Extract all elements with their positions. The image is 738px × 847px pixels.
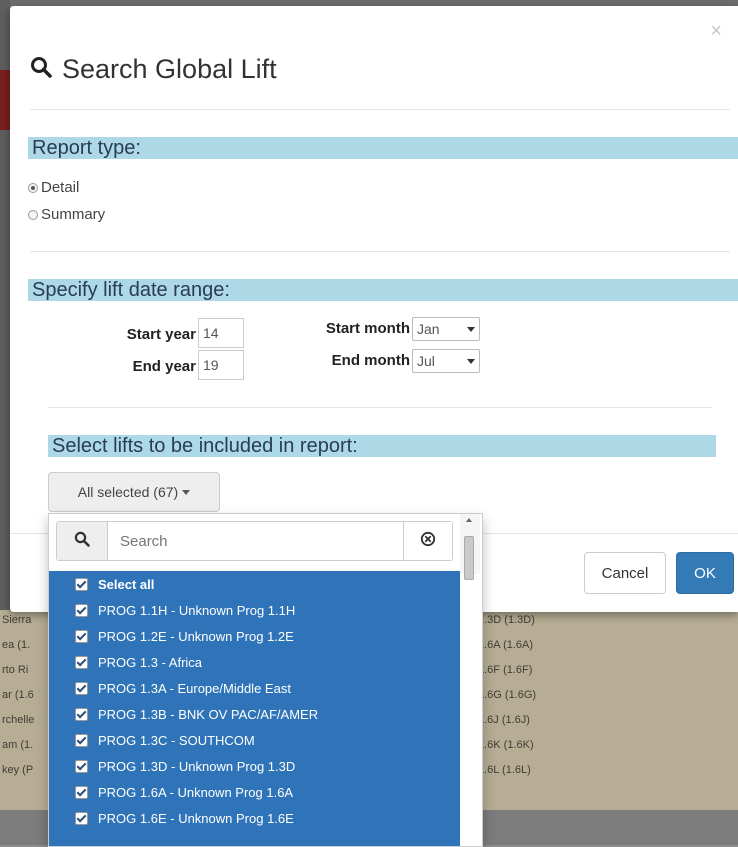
option-label: PROG 1.6E - Unknown Prog 1.6E — [98, 810, 294, 826]
search-icon — [30, 56, 52, 83]
radio-summary-label: Summary — [41, 206, 106, 223]
list-item[interactable]: PROG 1.6A - Unknown Prog 1.6A — [49, 779, 460, 805]
clear-circle-icon — [420, 531, 436, 552]
radio-detail[interactable]: Detail — [28, 179, 79, 196]
lifts-dropdown: Select all PROG 1.1H - Unknown Prog 1.1H… — [48, 513, 483, 847]
lifts-heading: Select lifts to be included in report: — [48, 435, 716, 457]
divider — [30, 251, 730, 252]
radio-detail-label: Detail — [41, 179, 80, 196]
report-type-heading: Report type: — [28, 137, 738, 159]
end-month-select[interactable]: Jul — [412, 349, 480, 373]
search-addon — [57, 522, 108, 560]
list-item[interactable]: PROG 1.6E - Unknown Prog 1.6E — [49, 805, 460, 831]
radio-summary[interactable]: Summary — [28, 206, 105, 223]
background-cell: 1.6F (1.6F) — [478, 664, 533, 676]
checkbox-checked[interactable] — [75, 577, 88, 591]
lifts-multiselect-label: All selected (67) — [77, 484, 179, 500]
option-label: Select all — [98, 576, 155, 592]
close-icon[interactable]: × — [710, 20, 722, 43]
end-year-input[interactable] — [198, 350, 244, 380]
dropdown-scrollbar[interactable] — [460, 514, 480, 580]
start-month-select[interactable]: Jan — [412, 317, 480, 341]
end-month-label: End month — [331, 352, 410, 369]
ok-button[interactable]: OK — [676, 552, 734, 594]
checkbox-checked[interactable] — [75, 707, 88, 721]
radio-summary-button[interactable] — [28, 209, 38, 220]
list-item[interactable]: PROG 1.1H - Unknown Prog 1.1H — [49, 597, 460, 623]
end-year-label: End year — [132, 358, 196, 375]
list-item[interactable]: PROG 1.3C - SOUTHCOM — [49, 727, 460, 753]
background-cell: 1.6A (1.6A) — [478, 639, 534, 651]
option-label: PROG 1.3C - SOUTHCOM — [98, 732, 255, 748]
divider — [48, 407, 712, 408]
option-label: PROG 1.3 - Africa — [98, 654, 203, 670]
background-cell: 1.6J (1.6J) — [478, 714, 530, 726]
checkbox-checked[interactable] — [75, 629, 88, 643]
option-label: PROG 1.1H - Unknown Prog 1.1H — [98, 602, 296, 618]
list-item[interactable]: PROG 1.3D - Unknown Prog 1.3D — [49, 753, 460, 779]
option-select-all[interactable]: Select all — [49, 571, 460, 597]
option-label: PROG 1.3D - Unknown Prog 1.3D — [98, 758, 296, 774]
background-left-edge — [0, 0, 10, 620]
list-item[interactable]: PROG 1.3 - Africa — [49, 649, 460, 675]
radio-detail-button[interactable] — [28, 182, 38, 193]
option-label: PROG 1.3B - BNK OV PAC/AF/AMER — [98, 706, 319, 722]
chevron-down-icon — [467, 326, 475, 332]
background-cell: 1.6L (1.6L) — [478, 764, 531, 776]
chevron-down-icon — [182, 489, 191, 495]
modal-title-text: Search Global Lift — [62, 54, 277, 84]
start-year-input[interactable] — [198, 318, 244, 348]
checkbox-checked[interactable] — [75, 759, 88, 773]
start-year-label: Start year — [126, 326, 196, 343]
checkbox-checked[interactable] — [75, 811, 88, 825]
checkbox-checked[interactable] — [75, 655, 88, 669]
checkbox-checked[interactable] — [75, 603, 88, 617]
list-item[interactable]: PROG 1.2E - Unknown Prog 1.2E — [49, 623, 460, 649]
background-cell: 1.6G (1.6G) — [478, 689, 537, 701]
dropdown-search-input[interactable] — [108, 522, 403, 560]
cancel-button[interactable]: Cancel — [584, 552, 666, 594]
start-month-value: Jan — [417, 321, 440, 337]
search-icon — [74, 531, 90, 552]
list-item[interactable]: PROG 1.3B - BNK OV PAC/AF/AMER — [49, 701, 460, 727]
option-label: PROG 1.3A - Europe/Middle East — [98, 680, 291, 696]
chevron-down-icon — [467, 358, 475, 364]
end-month-value: Jul — [417, 353, 435, 369]
clear-search-button[interactable] — [403, 522, 452, 560]
scrollbar-thumb[interactable] — [464, 536, 474, 580]
scroll-up-arrow-icon[interactable] — [466, 518, 472, 522]
background-cell: 1.6K (1.6K) — [478, 739, 534, 751]
checkbox-checked[interactable] — [75, 681, 88, 695]
divider — [30, 109, 730, 110]
date-range-heading: Specify lift date range: — [28, 279, 738, 301]
checkbox-checked[interactable] — [75, 785, 88, 799]
start-month-label: Start month — [325, 320, 410, 337]
list-item[interactable]: PROG 1.3A - Europe/Middle East — [49, 675, 460, 701]
background-cell: 1.3D (1.3D) — [478, 614, 535, 626]
dropdown-options: Select all PROG 1.1H - Unknown Prog 1.1H… — [49, 571, 460, 846]
lifts-multiselect-button[interactable]: All selected (67) — [48, 472, 220, 512]
checkbox-checked[interactable] — [75, 733, 88, 747]
background-red-block — [0, 70, 10, 130]
option-label: PROG 1.6A - Unknown Prog 1.6A — [98, 784, 294, 800]
option-label: PROG 1.2E - Unknown Prog 1.2E — [98, 628, 294, 644]
modal-title: Search Global Lift — [30, 54, 277, 85]
dropdown-search-group — [56, 521, 453, 561]
